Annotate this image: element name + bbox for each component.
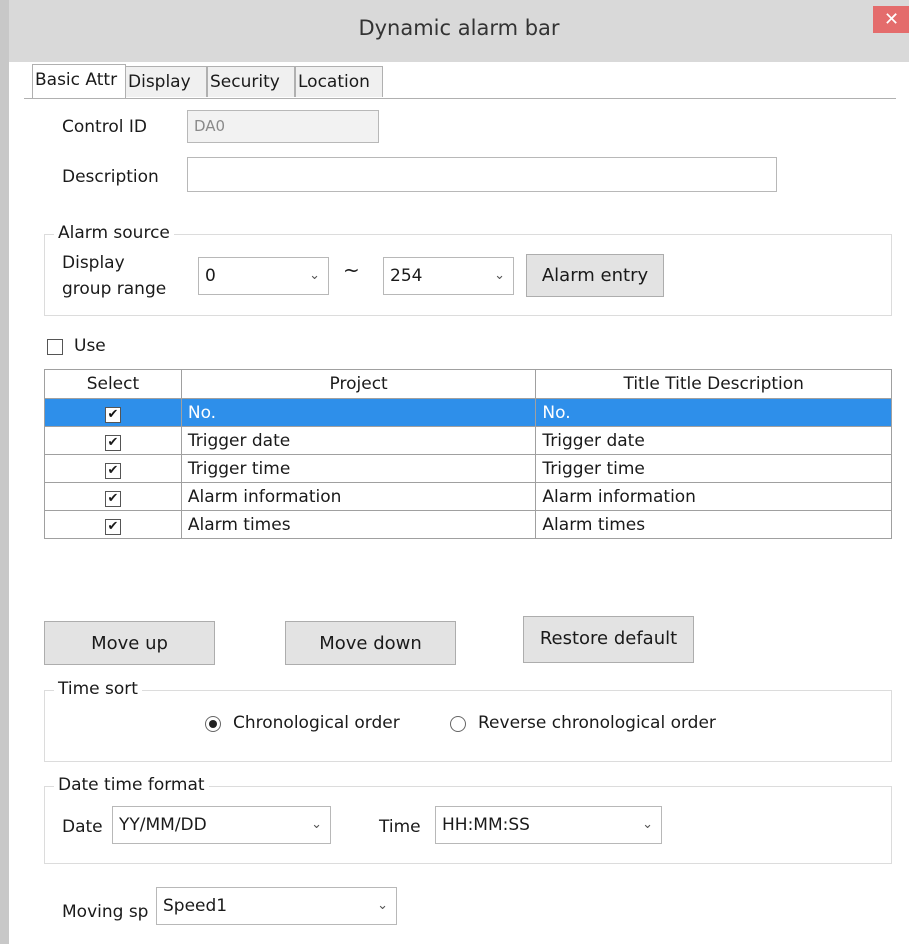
- chevron-down-icon: ⌄: [494, 268, 505, 283]
- moving-speed-label: Moving sp: [62, 902, 149, 922]
- chronological-label: Chronological order: [233, 713, 400, 733]
- date-format-value: YY/MM/DD: [119, 815, 207, 835]
- table-row[interactable]: ✔ Alarm information Alarm information: [44, 482, 892, 511]
- window-left-border: [0, 0, 9, 944]
- alarm-items-table: Select Project Title Title Description ✔…: [44, 369, 892, 539]
- range-separator: ~: [343, 258, 360, 282]
- tab-display[interactable]: Display: [125, 66, 207, 97]
- table-row[interactable]: ✔ Alarm times Alarm times: [44, 510, 892, 539]
- use-checkbox[interactable]: [47, 339, 63, 355]
- restore-default-button[interactable]: Restore default: [523, 616, 694, 663]
- move-down-button[interactable]: Move down: [285, 621, 456, 665]
- project-cell: Trigger date: [180, 426, 537, 455]
- project-cell: Trigger time: [180, 454, 537, 483]
- display-label: Display: [62, 253, 125, 273]
- table-header-row: Select Project Title Title Description: [44, 369, 892, 399]
- tab-security[interactable]: Security: [207, 66, 295, 97]
- tab-basic-attr[interactable]: Basic Attr: [32, 64, 126, 98]
- reverse-chronological-label: Reverse chronological order: [478, 713, 716, 733]
- row-select-checkbox[interactable]: ✔: [104, 434, 121, 451]
- group-range-label: group range: [62, 279, 167, 299]
- range-from-value: 0: [205, 266, 216, 286]
- moving-speed-value: Speed1: [163, 896, 228, 916]
- title-cell[interactable]: Trigger date: [535, 426, 892, 455]
- moving-speed-select[interactable]: Speed1 ⌄: [156, 887, 397, 925]
- table-row[interactable]: ✔ No. No.: [44, 398, 892, 427]
- time-sort-legend: Time sort: [54, 679, 142, 699]
- table-row[interactable]: ✔ Trigger date Trigger date: [44, 426, 892, 455]
- row-select-checkbox[interactable]: ✔: [104, 406, 121, 423]
- tab-location[interactable]: Location: [295, 66, 383, 97]
- control-id-label: Control ID: [62, 117, 147, 137]
- dialog-window: Dynamic alarm bar ✕ Basic Attr Display S…: [0, 0, 909, 944]
- project-cell: Alarm information: [180, 482, 537, 511]
- row-select-checkbox[interactable]: ✔: [104, 518, 121, 535]
- title-cell[interactable]: Alarm information: [535, 482, 892, 511]
- project-cell: Alarm times: [180, 510, 537, 539]
- table-row[interactable]: ✔ Trigger time Trigger time: [44, 454, 892, 483]
- alarm-entry-button[interactable]: Alarm entry: [526, 254, 664, 297]
- use-label: Use: [74, 336, 106, 356]
- column-header-select: Select: [44, 369, 182, 399]
- title-cell[interactable]: Alarm times: [535, 510, 892, 539]
- range-to-select[interactable]: 254 ⌄: [383, 257, 514, 295]
- chevron-down-icon: ⌄: [642, 817, 653, 832]
- date-format-select[interactable]: YY/MM/DD ⌄: [112, 806, 331, 844]
- chevron-down-icon: ⌄: [377, 898, 388, 913]
- project-cell: No.: [180, 398, 537, 427]
- range-from-select[interactable]: 0 ⌄: [198, 257, 329, 295]
- description-label: Description: [62, 167, 159, 187]
- window-title: Dynamic alarm bar: [358, 16, 560, 40]
- move-up-button[interactable]: Move up: [44, 621, 215, 665]
- title-cell[interactable]: Trigger time: [535, 454, 892, 483]
- column-header-project: Project: [180, 369, 537, 399]
- date-label: Date: [62, 817, 103, 837]
- control-id-field: DA0: [187, 110, 379, 143]
- range-to-value: 254: [390, 266, 423, 286]
- description-field[interactable]: [187, 157, 777, 192]
- reverse-chronological-radio[interactable]: [450, 716, 466, 732]
- row-select-checkbox[interactable]: ✔: [104, 490, 121, 507]
- close-icon[interactable]: ✕: [873, 6, 909, 33]
- chevron-down-icon: ⌄: [309, 268, 320, 283]
- alarm-source-legend: Alarm source: [54, 223, 174, 243]
- chronological-radio[interactable]: [205, 716, 221, 732]
- date-time-format-legend: Date time format: [54, 775, 209, 795]
- time-sort-group: [44, 690, 892, 762]
- time-format-select[interactable]: HH:MM:SS ⌄: [435, 806, 662, 844]
- chevron-down-icon: ⌄: [311, 817, 322, 832]
- row-select-checkbox[interactable]: ✔: [104, 462, 121, 479]
- column-header-title: Title Title Description: [535, 369, 892, 399]
- time-label: Time: [379, 817, 421, 837]
- title-cell[interactable]: No.: [535, 398, 892, 427]
- time-format-value: HH:MM:SS: [442, 815, 530, 835]
- title-bar[interactable]: Dynamic alarm bar ✕: [9, 0, 909, 62]
